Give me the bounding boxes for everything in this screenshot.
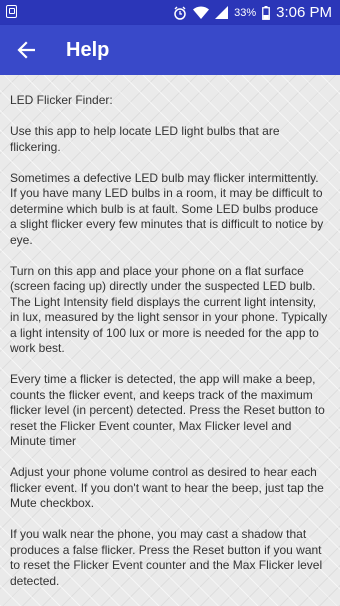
battery-percent: 33% [234,6,257,19]
help-paragraph-5: Adjust your phone volume control as desi… [10,465,324,510]
help-content[interactable]: LED Flicker Finder: Use this app to help… [0,75,340,606]
alarm-icon [173,6,187,20]
help-paragraph-4: Every time a flicker is detected, the ap… [10,372,325,448]
notification-icon [6,5,17,18]
page-title: Help [66,38,110,61]
wifi-icon [193,6,210,19]
status-bar: 33% 3:06 PM [0,0,340,25]
help-paragraph-2: Sometimes a defective LED bulb may flick… [10,170,324,247]
help-paragraph-3: Turn on this app and place your phone on… [10,263,328,356]
help-paragraph-6: If you walk near the phone, you may cast… [10,527,323,588]
signal-icon [215,6,229,19]
app-bar: Help [0,25,340,75]
battery-icon [262,5,271,20]
help-paragraph-1: Use this app to help locate LED light bu… [10,124,280,154]
back-button[interactable] [0,25,52,75]
clock-time: 3:06 PM [276,4,332,21]
help-heading: LED Flicker Finder: [10,93,113,107]
arrow-left-icon [17,41,35,59]
